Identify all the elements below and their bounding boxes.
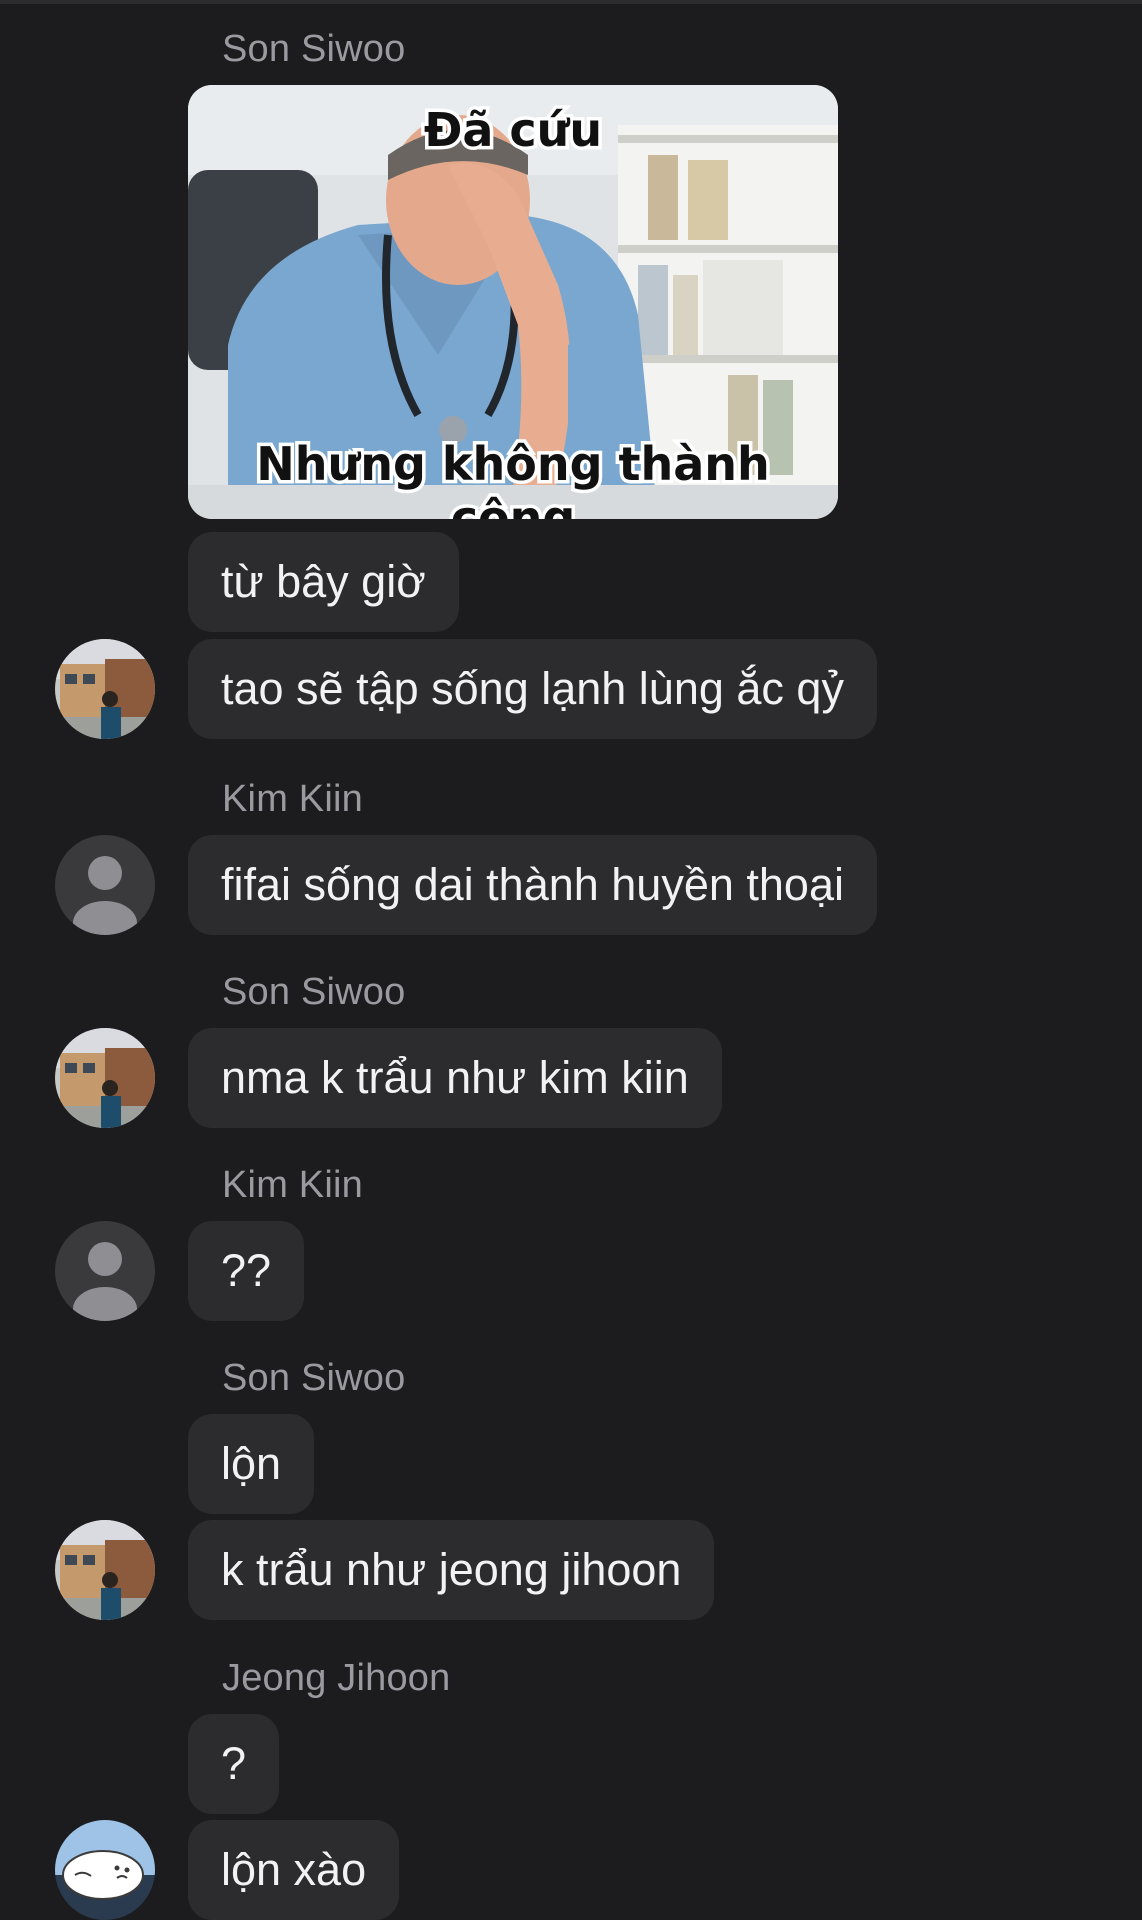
sender-name: Jeong Jihoon (222, 1657, 451, 1699)
sender-name: Son Siwoo (222, 28, 406, 70)
message-bubble[interactable]: ?? (188, 1221, 305, 1321)
top-divider (0, 0, 1142, 4)
default-user-icon (55, 835, 155, 935)
message-bubble[interactable]: từ bây giờ (188, 532, 459, 632)
avatar-son-siwoo[interactable] (55, 1028, 155, 1128)
message-bubble[interactable]: fifai sống dai thành huyền thoại (188, 835, 877, 935)
meme-bottom-caption: Nhưng không thành công (253, 434, 774, 520)
sender-name: Son Siwoo (222, 1357, 406, 1399)
message-bubble[interactable]: ? (188, 1714, 280, 1814)
sender-name: Kim Kiin (222, 1164, 363, 1206)
avatar-son-siwoo[interactable] (55, 639, 155, 739)
photo-avatar-icon (55, 1520, 155, 1620)
sender-name: Son Siwoo (222, 971, 406, 1013)
avatar-jeong-jihoon[interactable] (55, 1820, 155, 1920)
avatar-kim-kiin[interactable] (55, 1221, 155, 1321)
message-bubble[interactable]: lộn (188, 1414, 315, 1514)
avatar-kim-kiin[interactable] (55, 835, 155, 935)
photo-avatar-icon (55, 1028, 155, 1128)
meme-image[interactable]: Đã cứu Nhưng không thành công (188, 85, 838, 519)
meme-top-caption: Đã cứu (420, 100, 605, 161)
avatar-son-siwoo[interactable] (55, 1520, 155, 1620)
message-bubble[interactable]: tao sẽ tập sống lạnh lùng ắc qỷ (188, 639, 877, 739)
message-bubble[interactable]: k trẩu như jeong jihoon (188, 1520, 715, 1620)
message-bubble[interactable]: nma k trẩu như kim kiin (188, 1028, 722, 1128)
sender-name: Kim Kiin (222, 778, 363, 820)
photo-avatar-icon (55, 639, 155, 739)
message-bubble[interactable]: lộn xào (188, 1820, 400, 1920)
default-user-icon (55, 1221, 155, 1321)
cartoon-avatar-icon (55, 1820, 155, 1920)
